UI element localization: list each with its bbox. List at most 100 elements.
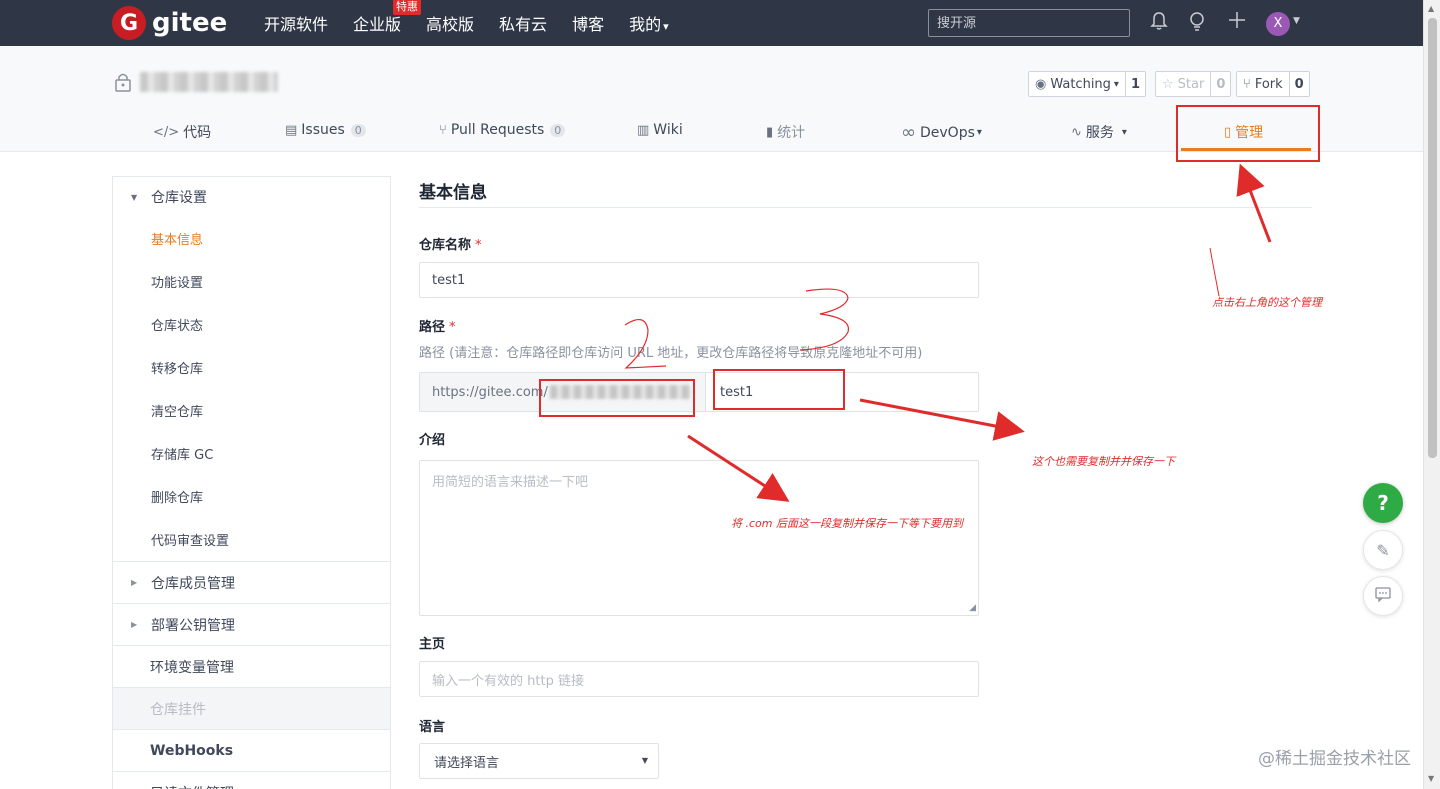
sidebar-section-readonly-files[interactable]: 只读文件管理 — [113, 771, 390, 789]
star-label: Star — [1177, 76, 1205, 92]
scroll-down-icon[interactable]: ▼ — [1428, 774, 1434, 783]
nav-mine[interactable]: 我的 ▾ — [629, 11, 669, 35]
tab-issues[interactable]: ▤ Issues 0 — [285, 122, 366, 138]
annotation-box-manage — [1176, 105, 1320, 162]
star-count[interactable]: 0 — [1210, 72, 1230, 96]
nav-private-cloud[interactable]: 私有云 — [499, 11, 547, 35]
hot-badge: 特惠 — [393, 0, 422, 15]
intro-textarea[interactable]: 用简短的语言来描述一下吧 ◢ — [419, 460, 979, 616]
caret-down-icon: ▼ — [131, 192, 138, 202]
chat-button[interactable] — [1363, 576, 1403, 616]
sidebar-item-delete[interactable]: 删除仓库 — [113, 475, 390, 518]
star-button[interactable]: ☆ Star 0 — [1155, 71, 1232, 97]
annotation-copy-note: 这个也需要复制并并保存一下 — [1032, 455, 1175, 468]
top-nav: 开源软件 企业版 特惠 高校版 私有云 博客 我的 ▾ — [264, 0, 694, 46]
repo-name-label: 仓库名称 * — [419, 234, 482, 253]
page-title: 基本信息 — [419, 183, 487, 203]
avatar[interactable]: X — [1266, 12, 1290, 36]
pull-requests-count: 0 — [550, 123, 566, 137]
intro-label: 介绍 — [419, 433, 446, 448]
edit-icon: ✎ — [1376, 540, 1390, 560]
sidebar-item-status[interactable]: 仓库状态 — [113, 303, 390, 346]
sidebar-item-code-review[interactable]: 代码审查设置 — [113, 518, 390, 561]
tab-label: 服务 — [1085, 125, 1114, 141]
settings-sidebar: ▼ 仓库设置 基本信息 功能设置 仓库状态 转移仓库 清空仓库 存储库 GC 删除… — [112, 176, 391, 789]
sidebar-item-clear[interactable]: 清空仓库 — [113, 389, 390, 432]
sidebar-item-transfer[interactable]: 转移仓库 — [113, 346, 390, 389]
tab-wiki[interactable]: ▥ Wiki — [637, 122, 683, 138]
caret-down-icon: ▼ — [641, 756, 648, 765]
avatar-chevron-down-icon[interactable]: ▼ — [1293, 16, 1300, 26]
chevron-down-icon: ▾ — [663, 20, 669, 33]
caret-right-icon: ▶ — [131, 620, 138, 629]
homepage-label: 主页 — [419, 637, 446, 652]
wiki-icon: ▥ — [637, 122, 650, 138]
watching-count[interactable]: 1 — [1124, 72, 1145, 96]
title-divider — [419, 207, 1312, 208]
homepage-input[interactable]: 输入一个有效的 http 链接 — [419, 661, 979, 697]
resize-handle-icon[interactable]: ◢ — [969, 603, 976, 613]
scroll-thumb[interactable] — [1428, 18, 1437, 458]
issues-count: 0 — [350, 123, 366, 137]
sidebar-section-label: 部署公钥管理 — [151, 617, 235, 634]
sidebar-item-features[interactable]: 功能设置 — [113, 260, 390, 303]
sidebar-section-deploy-keys[interactable]: ▶ 部署公钥管理 — [113, 603, 390, 645]
gitee-logo-icon: G — [112, 6, 146, 40]
annotation-manage-note: 点击右上角的这个管理 — [1212, 296, 1322, 309]
plus-icon[interactable] — [1225, 11, 1249, 35]
tab-pull-requests[interactable]: ⑂ Pull Requests 0 — [439, 122, 566, 138]
sidebar-section-members[interactable]: ▶ 仓库成员管理 — [113, 561, 390, 603]
page-scrollbar[interactable]: ▲ ▼ — [1423, 0, 1440, 789]
tab-devops[interactable]: ∞ DevOps ▾ — [901, 122, 982, 143]
language-select[interactable]: 请选择语言 ▼ — [419, 743, 659, 779]
infinity-icon: ∞ — [901, 122, 916, 143]
fork-icon: ⑂ — [1243, 76, 1251, 92]
gitee-logo[interactable]: G gitee — [112, 6, 227, 40]
annotation-box-path — [713, 369, 845, 410]
scroll-up-icon[interactable]: ▲ — [1428, 4, 1434, 13]
required-mark: * — [449, 320, 456, 335]
help-button[interactable]: ? — [1363, 483, 1403, 523]
caret-right-icon: ▶ — [131, 578, 138, 587]
nav-open-source[interactable]: 开源软件 — [264, 11, 328, 35]
lightbulb-icon[interactable] — [1185, 11, 1209, 35]
language-select-value: 请选择语言 — [434, 755, 500, 771]
nav-enterprise[interactable]: 企业版 特惠 — [353, 0, 422, 35]
sidebar-section-env-vars[interactable]: 环境变量管理 — [113, 645, 390, 687]
tab-label: Wiki — [653, 122, 683, 138]
nav-enterprise-label: 企业版 — [353, 15, 402, 34]
tab-stats[interactable]: ▮ 统计 — [766, 122, 805, 142]
repo-name-input[interactable]: test1 — [419, 262, 979, 298]
repo-name-redacted — [140, 72, 278, 92]
watching-button[interactable]: ◉ Watching ▾ 1 — [1028, 71, 1146, 97]
sidebar-section-widgets[interactable]: 仓库挂件 — [113, 687, 390, 729]
fork-label: Fork — [1254, 76, 1283, 92]
fork-button[interactable]: ⑂ Fork 0 — [1236, 71, 1310, 97]
language-label: 语言 — [419, 720, 446, 735]
watermark: @稀土掘金技术社区 — [1258, 749, 1411, 769]
bell-icon[interactable] — [1147, 11, 1171, 35]
nav-university[interactable]: 高校版 — [426, 11, 474, 35]
tab-services[interactable]: ∿ 服务 ▾ — [1071, 122, 1127, 142]
sidebar-item-basic-info[interactable]: 基本信息 — [113, 217, 390, 260]
repo-name-label-text: 仓库名称 — [419, 238, 472, 253]
fork-count[interactable]: 0 — [1288, 72, 1309, 96]
path-label: 路径 * — [419, 316, 456, 335]
issues-icon: ▤ — [285, 122, 298, 138]
annotation-com-note: 将 .com 后面这一段复制并保存一下等下要用到 — [731, 517, 963, 530]
path-prefix-text: https://gitee.com/ — [432, 384, 548, 400]
sidebar-section-webhooks[interactable]: WebHooks — [113, 729, 390, 771]
tab-label: Issues — [301, 122, 345, 138]
chevron-down-icon: ▾ — [976, 127, 982, 138]
feedback-edit-button[interactable]: ✎ — [1363, 530, 1403, 570]
path-input-group: https://gitee.com/ test1 — [419, 372, 979, 412]
path-hint: 路径 (请注意：仓库路径即仓库访问 URL 地址，更改仓库路径将导致原克隆地址不… — [419, 346, 923, 361]
nav-blog[interactable]: 博客 — [572, 11, 604, 35]
sidebar-group-repo-settings[interactable]: ▼ 仓库设置 — [113, 177, 390, 217]
sidebar-item-gc[interactable]: 存储库 GC — [113, 432, 390, 475]
pull-request-icon: ⑂ — [439, 122, 447, 138]
search-input[interactable] — [928, 9, 1130, 37]
tab-code[interactable]: </> 代码 — [153, 122, 211, 142]
nav-mine-label: 我的 — [629, 15, 662, 34]
tab-label: Pull Requests — [450, 122, 545, 138]
